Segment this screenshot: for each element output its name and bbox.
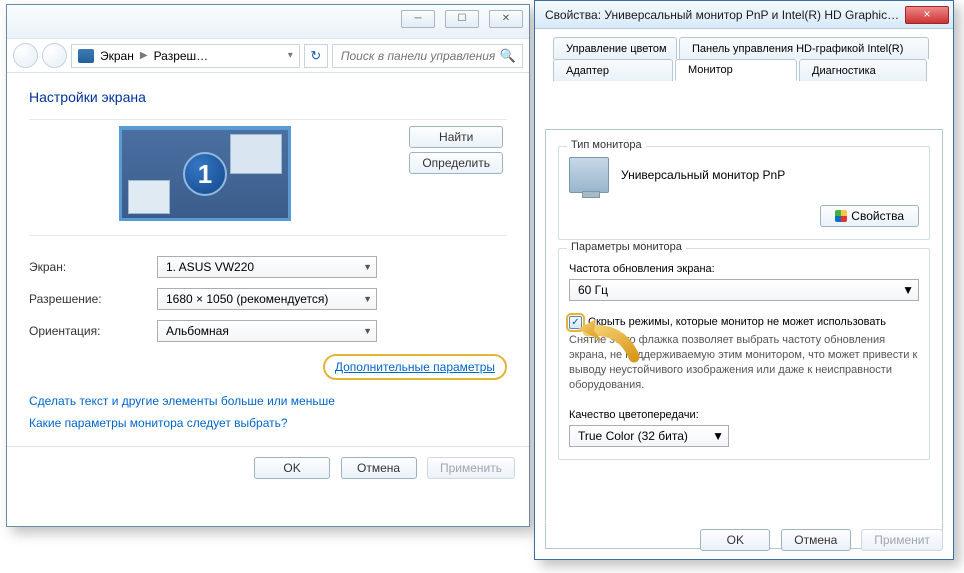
resolution-value: 1680 × 1050 (рекомендуется) — [166, 292, 328, 306]
refresh-button[interactable]: ↻ — [304, 44, 328, 68]
display-number: 1 — [183, 152, 227, 196]
tab-color-management[interactable]: Управление цветом — [553, 37, 677, 59]
ok-button[interactable]: OK — [700, 529, 770, 551]
ok-button[interactable]: OK — [254, 457, 330, 479]
maximize-button[interactable]: ☐ — [445, 10, 479, 28]
text-size-link[interactable]: Сделать текст и другие элементы больше и… — [29, 394, 507, 408]
window-controls-bar: ─ ☐ ✕ — [7, 5, 529, 39]
monitor-properties-window: Свойства: Универсальный монитор PnP и In… — [534, 0, 954, 560]
shield-icon — [835, 210, 847, 222]
monitor-settings-group: Параметры монитора Частота обновления эк… — [558, 248, 930, 460]
dialog-footer: OK Отмена Применить — [7, 446, 529, 489]
monitor-type-group: Тип монитора Универсальный монитор PnP С… — [558, 146, 930, 240]
refresh-rate-value: 60 Гц — [578, 283, 608, 297]
apply-button: Применить — [427, 457, 515, 479]
refresh-rate-select[interactable]: 60 Гц ▼ — [569, 279, 919, 301]
color-quality-select[interactable]: True Color (32 бита) ▼ — [569, 425, 729, 447]
color-quality-value: True Color (32 бита) — [578, 429, 688, 443]
tab-adapter[interactable]: Адаптер — [553, 59, 673, 81]
identify-button[interactable]: Найти — [409, 126, 503, 148]
dialog-footer: OK Отмена Применит — [545, 522, 943, 551]
group-title: Параметры монитора — [567, 241, 686, 253]
preview-window-icon — [128, 180, 170, 214]
tab-diagnostics[interactable]: Диагностика — [799, 59, 927, 81]
display-preview-area: 1 Найти Определить — [29, 119, 507, 236]
nav-bar: Экран ▶ Разреш… ▾ ↻ 🔍 — [7, 39, 529, 73]
apply-button: Применит — [861, 529, 943, 551]
advanced-settings-link[interactable]: Дополнительные параметры — [335, 360, 495, 374]
cancel-button[interactable]: Отмена — [781, 529, 851, 551]
window-title: Свойства: Универсальный монитор PnP и In… — [545, 8, 905, 22]
highlight-oval: Дополнительные параметры — [323, 354, 507, 380]
properties-button[interactable]: Свойства — [820, 205, 919, 227]
orientation-value: Альбомная — [166, 324, 229, 338]
screen-value: 1. ASUS VW220 — [166, 260, 254, 274]
tab-monitor[interactable]: Монитор — [675, 59, 797, 81]
properties-label: Свойства — [851, 209, 904, 223]
chevron-down-icon: ▼ — [712, 429, 724, 443]
chevron-down-icon: ▼ — [363, 294, 372, 304]
display-thumbnail-1[interactable]: 1 — [119, 126, 291, 221]
search-field[interactable] — [339, 48, 500, 64]
close-button[interactable]: × — [905, 6, 949, 24]
resolution-label: Разрешение: — [29, 292, 157, 306]
search-icon[interactable]: 🔍 — [500, 48, 516, 64]
chevron-down-icon[interactable]: ▾ — [288, 50, 293, 61]
search-input[interactable]: 🔍 — [332, 44, 523, 68]
resolution-select[interactable]: 1680 × 1050 (рекомендуется) ▼ — [157, 288, 377, 310]
title-bar: Свойства: Универсальный монитор PnP и In… — [535, 1, 953, 29]
monitor-icon — [569, 157, 609, 193]
display-settings-window: ─ ☐ ✕ Экран ▶ Разреш… ▾ ↻ 🔍 Настройки эк… — [6, 4, 530, 527]
preview-window-icon — [230, 134, 282, 174]
breadcrumb-item[interactable]: Разреш… — [154, 49, 209, 63]
detect-button[interactable]: Определить — [409, 152, 503, 174]
tab-intel-panel[interactable]: Панель управления HD-графикой Intel(R) — [679, 37, 929, 59]
screen-label: Экран: — [29, 260, 157, 274]
page-title: Настройки экрана — [29, 89, 507, 105]
tab-strip: Управление цветом Панель управления HD-г… — [545, 37, 943, 85]
back-button[interactable] — [13, 43, 38, 68]
hide-modes-label: Скрыть режимы, которые монитор не может … — [588, 315, 886, 329]
close-button[interactable]: ✕ — [489, 10, 523, 28]
breadcrumb-item[interactable]: Экран — [100, 49, 134, 63]
chevron-down-icon: ▼ — [902, 283, 914, 297]
screen-select[interactable]: 1. ASUS VW220 ▼ — [157, 256, 377, 278]
tab-panel-monitor: Тип монитора Универсальный монитор PnP С… — [545, 129, 943, 549]
chevron-down-icon: ▼ — [363, 262, 372, 272]
refresh-rate-label: Частота обновления экрана: — [569, 263, 919, 275]
monitor-name: Универсальный монитор PnP — [621, 168, 919, 182]
monitor-icon — [78, 49, 94, 63]
orientation-select[interactable]: Альбомная ▼ — [157, 320, 377, 342]
chevron-down-icon: ▼ — [363, 326, 372, 336]
minimize-button[interactable]: ─ — [401, 10, 435, 28]
forward-button[interactable] — [42, 43, 67, 68]
hide-modes-checkbox[interactable]: ✓ — [569, 316, 582, 329]
chevron-right-icon: ▶ — [140, 50, 148, 61]
hide-modes-help: Снятие этого флажка позволяет выбрать ча… — [569, 333, 919, 392]
cancel-button[interactable]: Отмена — [341, 457, 417, 479]
orientation-label: Ориентация: — [29, 324, 157, 338]
color-quality-label: Качество цветопередачи: — [569, 409, 919, 421]
breadcrumb[interactable]: Экран ▶ Разреш… ▾ — [71, 44, 300, 68]
group-title: Тип монитора — [567, 139, 646, 151]
which-settings-link[interactable]: Какие параметры монитора следует выбрать… — [29, 416, 507, 430]
